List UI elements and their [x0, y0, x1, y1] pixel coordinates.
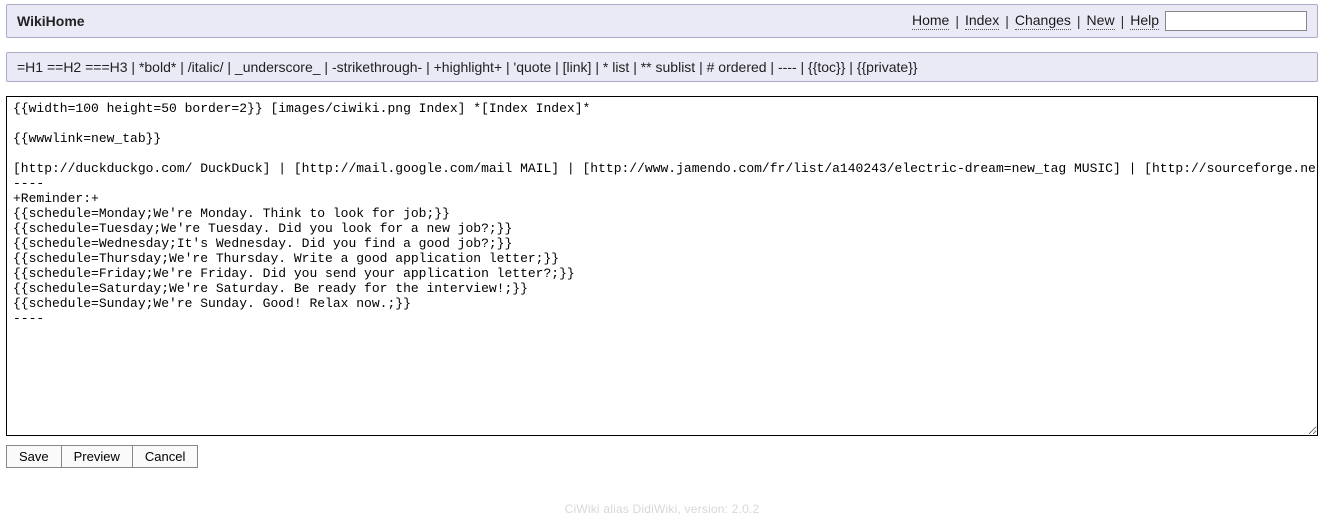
nav-index[interactable]: Index	[965, 12, 999, 30]
nav-new[interactable]: New	[1087, 12, 1115, 30]
syntax-hint-text: =H1 ==H2 ===H3 | *bold* | /italic/ | _un…	[17, 59, 918, 75]
nav-help[interactable]: Help	[1130, 12, 1159, 30]
nav-sep: |	[1077, 13, 1081, 29]
preview-button[interactable]: Preview	[61, 445, 133, 468]
wiki-editor[interactable]	[6, 96, 1318, 436]
header-nav: Home | Index | Changes | New | Help	[912, 11, 1307, 31]
editor-wrap	[6, 96, 1318, 439]
syntax-hint-bar: =H1 ==H2 ===H3 | *bold* | /italic/ | _un…	[6, 52, 1318, 82]
header-bar: WikiHome Home | Index | Changes | New | …	[6, 4, 1318, 38]
save-button[interactable]: Save	[6, 445, 62, 468]
search-input[interactable]	[1165, 11, 1307, 31]
nav-sep: |	[955, 13, 959, 29]
cancel-button[interactable]: Cancel	[132, 445, 198, 468]
button-row: Save Preview Cancel	[6, 445, 1318, 468]
nav-sep: |	[1121, 13, 1125, 29]
nav-changes[interactable]: Changes	[1015, 12, 1071, 30]
nav-home[interactable]: Home	[912, 12, 949, 30]
page-title: WikiHome	[17, 13, 85, 29]
nav-sep: |	[1005, 13, 1009, 29]
footer-text: CiWiki alias DidiWiki, version: 2.0.2	[6, 502, 1318, 516]
